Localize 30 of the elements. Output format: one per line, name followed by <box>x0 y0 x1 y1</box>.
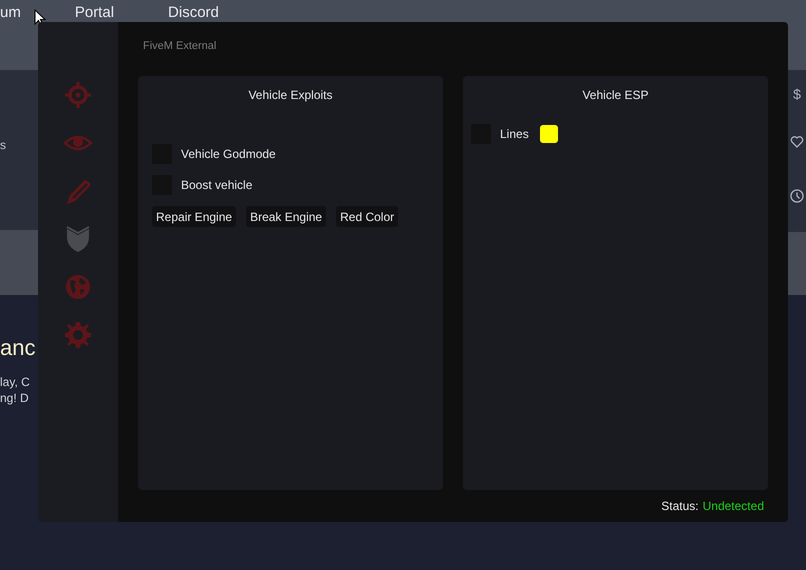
panel-title: Vehicle ESP <box>581 87 650 104</box>
action-button[interactable]: Repair Engine <box>152 206 236 227</box>
page-text: anc <box>0 334 36 362</box>
clock-icon <box>790 189 804 203</box>
pencil-icon <box>64 177 92 205</box>
page-text: lay, C <box>0 374 31 390</box>
heart-icon <box>790 135 804 149</box>
shield-icon <box>64 225 92 253</box>
sidebar-tab[interactable] <box>63 272 93 302</box>
color-swatch[interactable] <box>540 125 558 143</box>
window-title: FiveM External <box>142 39 218 54</box>
checkbox-label: Boost vehicle <box>181 177 252 194</box>
panel-title: Vehicle Exploits <box>247 87 334 104</box>
nav-link[interactable]: Portal <box>74 5 114 21</box>
globe-icon <box>64 273 92 301</box>
action-button[interactable]: Break Engine <box>246 206 326 227</box>
sidebar-tab[interactable] <box>63 80 93 110</box>
page-text: s <box>0 137 6 154</box>
checkbox-label: Vehicle Godmode <box>181 146 276 163</box>
page-text: ng! D <box>0 390 30 406</box>
action-button[interactable]: Red Color <box>336 206 398 227</box>
crosshair-icon <box>64 81 92 109</box>
sidebar-tab[interactable] <box>63 320 93 350</box>
nav-link[interactable]: Discord <box>168 5 219 21</box>
checkbox-label: Lines <box>500 126 529 143</box>
dollar-sign: $ <box>793 85 801 104</box>
nav-link[interactable]: um <box>0 5 21 21</box>
status-value: Undetected <box>702 498 764 515</box>
status-label: Status: <box>661 498 699 515</box>
gear-icon <box>64 321 92 349</box>
